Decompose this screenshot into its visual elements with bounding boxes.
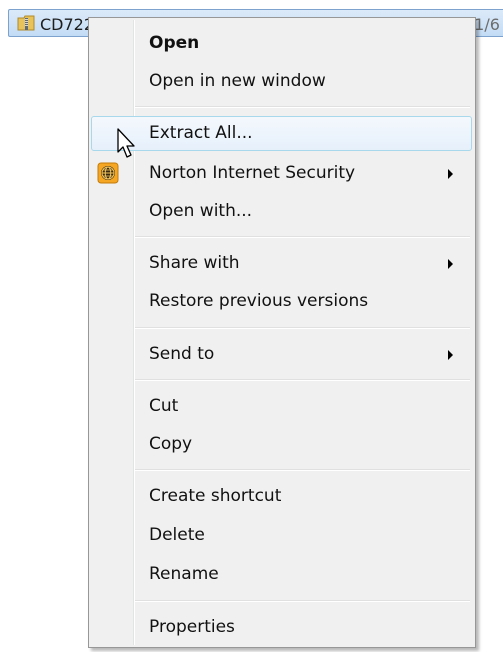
menu-item-copy[interactable]: Copy <box>91 427 472 462</box>
menu-item-create-shortcut[interactable]: Create shortcut <box>91 479 472 514</box>
menu-item-open-with[interactable]: Open with... <box>91 194 472 229</box>
menu-item-cut[interactable]: Cut <box>91 389 472 424</box>
menu-item-label: Properties <box>149 617 235 637</box>
menu-separator <box>135 236 470 238</box>
menu-item-norton-internet-security[interactable]: Norton Internet Security <box>91 156 472 191</box>
menu-item-open[interactable]: Open <box>91 26 472 61</box>
menu-item-rename[interactable]: Rename <box>91 557 472 592</box>
menu-item-label: Open in new window <box>149 71 326 91</box>
submenu-arrow-icon <box>448 350 453 360</box>
menu-item-label: Open <box>149 33 200 53</box>
menu-item-label: Open with... <box>149 201 253 221</box>
menu-item-label: Rename <box>149 564 219 584</box>
menu-item-send-to[interactable]: Send to <box>91 337 472 372</box>
menu-item-share-with[interactable]: Share with <box>91 246 472 281</box>
menu-separator <box>135 600 470 602</box>
menu-separator <box>135 106 470 108</box>
menu-item-label: Extract All... <box>149 123 253 143</box>
submenu-arrow-icon <box>448 259 453 269</box>
menu-item-label: Copy <box>149 434 193 454</box>
desktop-area: CD7220UNInstaller3 11/6 Open Open in new… <box>0 0 503 652</box>
menu-item-open-in-new-window[interactable]: Open in new window <box>91 64 472 99</box>
menu-item-properties[interactable]: Properties <box>91 610 472 645</box>
menu-item-delete[interactable]: Delete <box>91 518 472 553</box>
submenu-arrow-icon <box>448 169 453 179</box>
menu-item-restore-previous-versions[interactable]: Restore previous versions <box>91 284 472 319</box>
norton-globe-icon <box>97 162 119 184</box>
context-menu: Open Open in new window Extract All... N… <box>88 17 476 648</box>
menu-item-label: Restore previous versions <box>149 291 369 311</box>
menu-item-label: Send to <box>149 344 215 364</box>
mouse-pointer-icon <box>117 128 135 158</box>
menu-item-label: Delete <box>149 525 205 545</box>
menu-item-label: Share with <box>149 253 240 273</box>
menu-separator <box>135 469 470 471</box>
menu-item-extract-all[interactable]: Extract All... <box>91 116 472 151</box>
menu-item-label: Norton Internet Security <box>149 163 356 183</box>
menu-item-label: Cut <box>149 396 179 416</box>
menu-separator <box>135 327 470 329</box>
zip-folder-icon <box>17 15 35 31</box>
menu-item-label: Create shortcut <box>149 486 282 506</box>
menu-separator <box>135 379 470 381</box>
